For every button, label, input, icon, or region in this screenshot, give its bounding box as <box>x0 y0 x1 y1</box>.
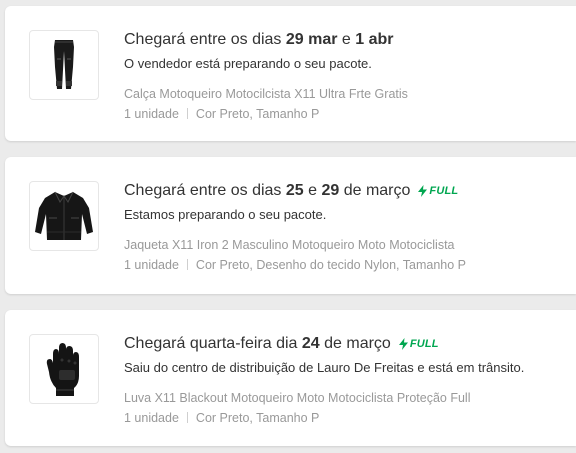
full-badge-label: FULL <box>429 185 459 197</box>
divider <box>186 412 188 423</box>
shipment-status: Estamos preparando o seu pacote. <box>124 207 327 222</box>
full-badge: FULL <box>418 180 458 202</box>
product-thumbnail[interactable] <box>29 181 99 251</box>
order-card[interactable]: Chegará entre os dias 25 e 29 de março F… <box>5 157 576 294</box>
delivery-headline[interactable]: Chegará entre os dias 29 mar e 1 abr <box>124 29 566 51</box>
product-meta: 1 unidade Cor Preto, Tamanho P <box>124 106 566 123</box>
glove-icon <box>46 343 79 396</box>
product-thumbnail[interactable] <box>29 30 99 100</box>
delivery-headline[interactable]: Chegará entre os dias 25 e 29 de março F… <box>124 180 566 202</box>
order-card[interactable]: Chegará entre os dias 29 mar e 1 abr O v… <box>5 6 576 141</box>
variant: Cor Preto, Desenho do tecido Nylon, Tama… <box>195 258 466 272</box>
delivery-date-end: 1 abr <box>355 31 394 48</box>
delivery-date-end: 29 <box>321 182 340 199</box>
headline-prefix: Chegará entre os dias <box>124 182 286 199</box>
product-meta: 1 unidade Cor Preto, Tamanho P <box>124 410 566 427</box>
delivery-date-start: 25 <box>285 182 304 199</box>
variant: Cor Preto, Tamanho P <box>195 107 320 121</box>
order-card[interactable]: Chegará quarta-feira dia 24 de março FUL… <box>5 310 576 446</box>
product-title[interactable]: Luva X11 Blackout Motoqueiro Moto Motoci… <box>124 390 566 407</box>
shipment-status: Saiu do centro de distribuição de Lauro … <box>124 360 525 375</box>
shipment-status: O vendedor está preparando o seu pacote. <box>124 56 372 71</box>
headline-suffix: de março <box>319 335 391 352</box>
delivery-date-start: 29 mar <box>285 31 338 48</box>
headline-prefix: Chegará quarta-feira dia <box>124 335 302 352</box>
pants-icon <box>54 40 74 89</box>
full-badge: FULL <box>398 333 439 355</box>
headline-prefix: Chegará entre os dias <box>124 31 286 48</box>
lightning-icon <box>418 185 428 197</box>
product-thumbnail[interactable] <box>29 334 99 404</box>
delivery-date: 24 <box>301 335 320 352</box>
delivery-headline[interactable]: Chegará quarta-feira dia 24 de março FUL… <box>124 333 566 355</box>
headline-connector: e <box>337 31 356 48</box>
divider <box>186 259 188 270</box>
product-title[interactable]: Calça Motoqueiro Motocilcista X11 Ultra … <box>124 86 566 103</box>
jacket-icon <box>35 191 93 240</box>
product-meta: 1 unidade Cor Preto, Desenho do tecido Ny… <box>124 257 566 274</box>
divider <box>186 108 188 119</box>
headline-suffix: de março <box>339 182 411 199</box>
quantity: 1 unidade <box>124 411 179 425</box>
full-badge-label: FULL <box>409 338 439 350</box>
lightning-icon <box>398 338 408 350</box>
quantity: 1 unidade <box>124 107 179 121</box>
quantity: 1 unidade <box>124 258 179 272</box>
headline-connector: e <box>303 182 322 199</box>
product-title[interactable]: Jaqueta X11 Iron 2 Masculino Motoqueiro … <box>124 237 566 254</box>
variant: Cor Preto, Tamanho P <box>195 411 320 425</box>
